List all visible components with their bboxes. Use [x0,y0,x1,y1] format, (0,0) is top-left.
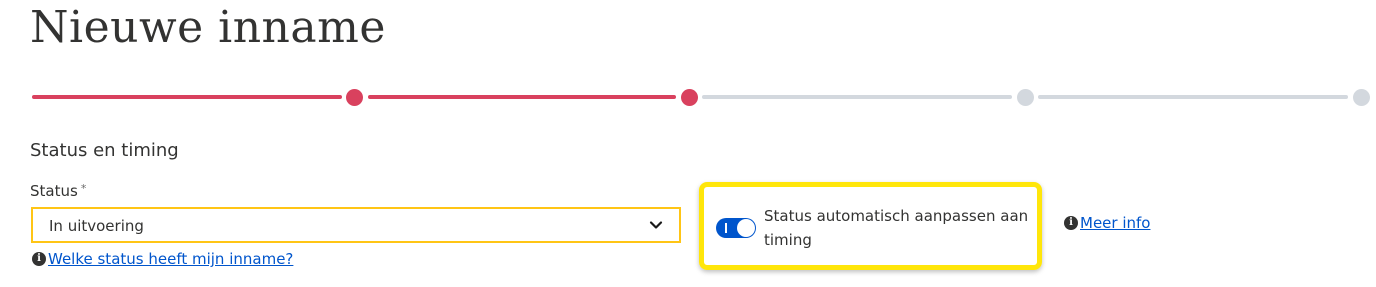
status-select[interactable]: In uitvoering [31,207,681,243]
stepper-segment-3 [702,95,1012,99]
page-title: Nieuwe inname [30,2,386,53]
status-select-value: In uitvoering [49,217,144,235]
more-info: i Meer info [1064,214,1150,232]
stepper-segment-1 [32,95,342,99]
stepper-step-4[interactable] [1353,89,1370,106]
required-mark: * [80,182,87,195]
status-label-text: Status [30,182,78,200]
more-info-link[interactable]: Meer info [1080,214,1150,232]
status-field-label: Status * [30,182,86,200]
stepper-step-1[interactable] [346,89,363,106]
auto-status-toggle[interactable] [716,218,756,238]
toggle-knob [737,219,755,237]
stepper-step-2[interactable] [681,89,698,106]
stepper-segment-2 [368,95,676,99]
page: Nieuwe inname Status en timing Status * I… [0,0,1376,287]
chevron-down-icon [649,221,663,229]
info-icon: i [1064,216,1078,230]
stepper-segment-4 [1038,95,1348,99]
info-icon: i [32,252,46,266]
progress-stepper [32,89,1370,107]
stepper-step-3[interactable] [1017,89,1034,106]
toggle-on-mark [725,223,727,233]
auto-status-label: Status automatisch aanpassen aan timing [764,207,1029,249]
section-title: Status en timing [30,140,179,161]
status-help: i Welke status heeft mijn inname? [32,250,293,268]
status-help-link[interactable]: Welke status heeft mijn inname? [48,250,293,268]
